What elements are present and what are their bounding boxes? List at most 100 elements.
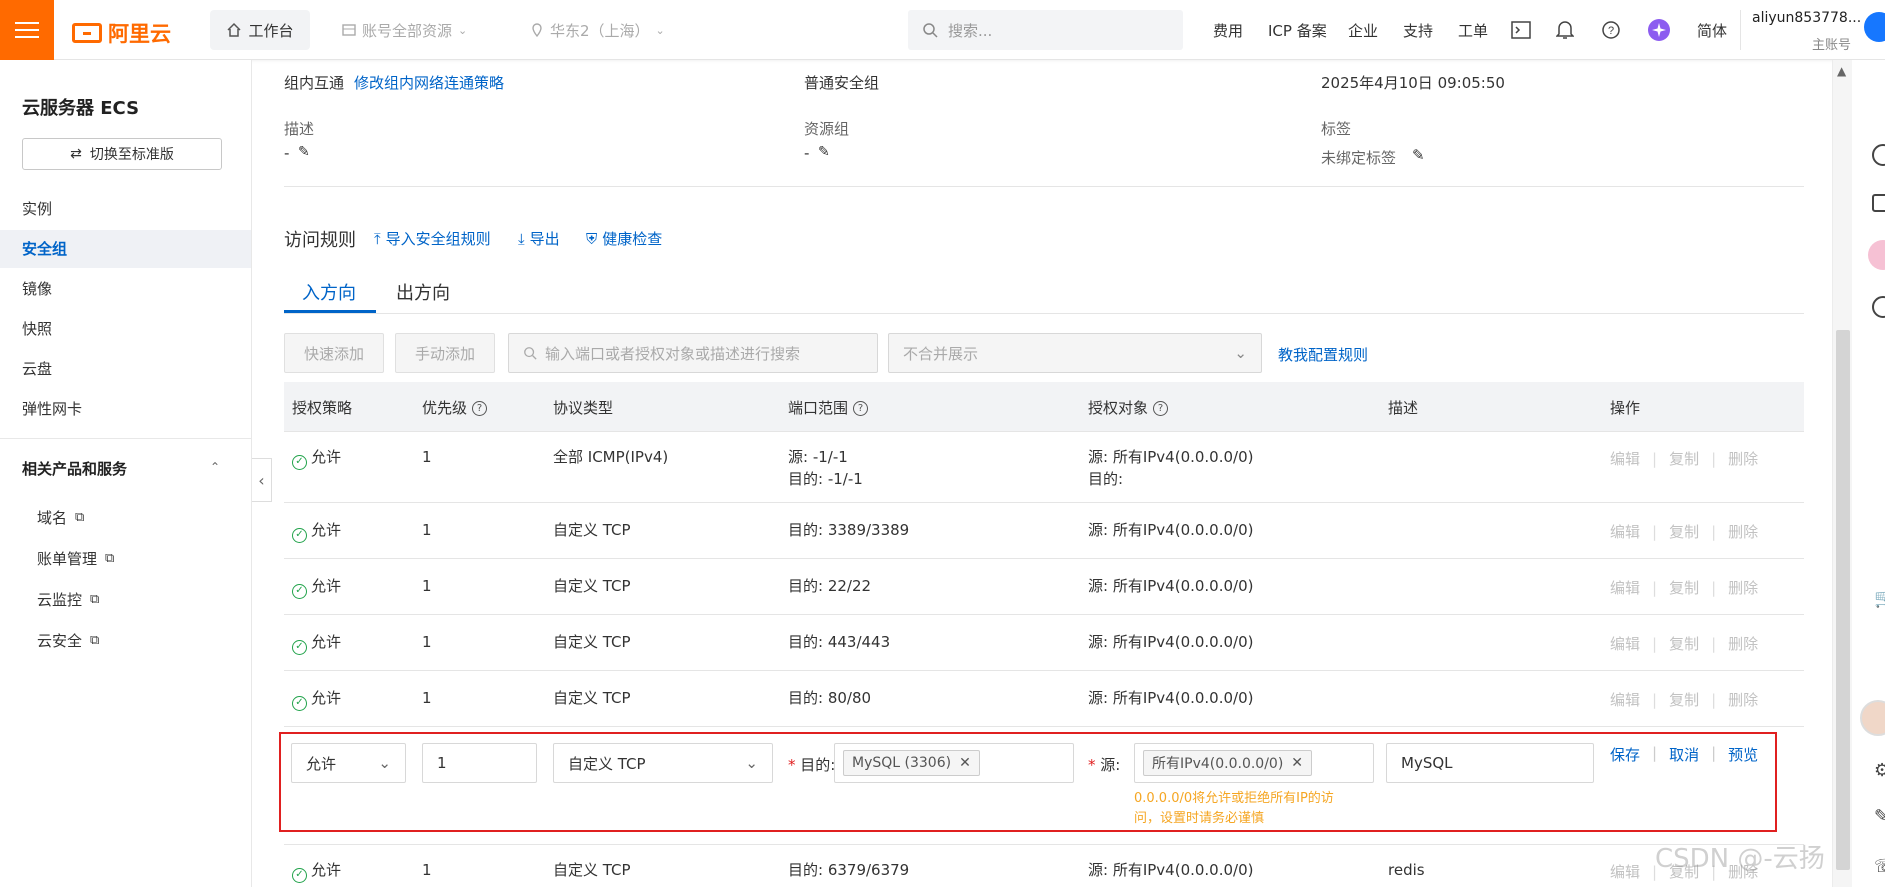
resource-selector[interactable]: 账号全部资源 ⌄ bbox=[342, 0, 467, 60]
delete-button[interactable]: 删除 bbox=[1728, 635, 1758, 653]
related-services-title[interactable]: 相关产品和服务 bbox=[22, 458, 127, 479]
column-header-label: 端口范围 bbox=[788, 399, 849, 417]
priority-input[interactable]: 1 bbox=[422, 743, 537, 783]
quick-add-button[interactable]: 快速添加 bbox=[284, 333, 384, 373]
nav-link-ticket[interactable]: 工单 bbox=[1458, 0, 1488, 60]
nav-link-fees[interactable]: 费用 bbox=[1213, 0, 1243, 60]
import-rules-link[interactable]: ⤒ 导入安全组规则 bbox=[374, 228, 491, 249]
help-icon[interactable] bbox=[1872, 296, 1885, 318]
copy-button[interactable]: 复制 bbox=[1669, 450, 1699, 468]
aliyun-logo[interactable]: 阿里云 bbox=[72, 18, 171, 48]
delete-button[interactable]: 删除 bbox=[1728, 450, 1758, 468]
policy-cell: ✓ 允许 bbox=[292, 859, 341, 883]
hamburger-menu-icon[interactable] bbox=[0, 0, 54, 60]
sidebar-item-images[interactable]: 镜像 bbox=[0, 270, 251, 308]
preview-button[interactable]: 预览 bbox=[1728, 744, 1758, 765]
description-input[interactable]: MySQL bbox=[1386, 743, 1594, 783]
manual-add-button[interactable]: 手动添加 bbox=[395, 333, 495, 373]
merge-display-select[interactable]: 不合并展示 ⌄ bbox=[888, 333, 1262, 373]
scroll-up-arrow[interactable]: ▲ bbox=[1837, 64, 1846, 78]
aliyun-logo-icon bbox=[72, 23, 102, 43]
copy-button[interactable]: 复制 bbox=[1669, 635, 1699, 653]
policy-value: 允许 bbox=[311, 521, 342, 539]
edit-button[interactable]: 编辑 bbox=[1610, 523, 1640, 541]
copy-button[interactable]: 复制 bbox=[1669, 579, 1699, 597]
account-name[interactable]: aliyun853778... bbox=[1752, 10, 1861, 26]
help-icon[interactable]: ? bbox=[853, 401, 869, 416]
search-icon[interactable] bbox=[1872, 144, 1885, 166]
edit-button[interactable]: 编辑 bbox=[1610, 579, 1640, 597]
save-button[interactable]: 保存 bbox=[1610, 744, 1640, 765]
close-icon[interactable]: ✕ bbox=[1291, 755, 1303, 771]
feedback-icon[interactable] bbox=[1868, 240, 1885, 270]
switch-standard-button[interactable]: ⇄ 切换至标准版 bbox=[22, 138, 222, 170]
edit-pencil-icon[interactable]: ✎ bbox=[818, 144, 830, 160]
sidebar-item-disks[interactable]: 云盘 bbox=[0, 350, 251, 388]
document-icon[interactable] bbox=[1872, 194, 1885, 212]
sidebar-item-security-groups[interactable]: 安全组 bbox=[0, 230, 251, 268]
port-range-input[interactable]: MySQL (3306) ✕ bbox=[834, 743, 1074, 783]
chevron-down-icon: ⌄ bbox=[745, 754, 758, 772]
delete-button[interactable]: 删除 bbox=[1728, 579, 1758, 597]
avatar[interactable] bbox=[1864, 12, 1885, 42]
nav-link-support[interactable]: 支持 bbox=[1403, 0, 1433, 60]
ai-assistant-icon[interactable] bbox=[1647, 18, 1671, 42]
intranet-label: 组内互通 bbox=[284, 74, 345, 92]
vertical-scrollbar[interactable]: ▲ bbox=[1832, 60, 1852, 887]
table-row: ✓ 允许 1 全部 ICMP(IPv4) 源: -1/-1 目的: -1/-1 源… bbox=[284, 432, 1804, 503]
auth-target-input[interactable]: 所有IPv4(0.0.0.0/0) ✕ bbox=[1134, 743, 1374, 783]
target-field-label: * 源: bbox=[1088, 754, 1120, 775]
sidebar-item-instances[interactable]: 实例 bbox=[0, 190, 251, 228]
delete-button[interactable]: 删除 bbox=[1728, 523, 1758, 541]
related-item-billing[interactable]: 账单管理 ⧉ bbox=[37, 548, 114, 569]
tab-inbound[interactable]: 入方向 bbox=[302, 279, 356, 305]
assistant-avatar[interactable] bbox=[1860, 700, 1885, 736]
edit-pencil-icon[interactable]: ✎ bbox=[1874, 806, 1885, 827]
copy-button[interactable]: 复制 bbox=[1669, 523, 1699, 541]
sidebar-item-snapshots[interactable]: 快照 bbox=[0, 310, 251, 348]
sidebar-item-eni[interactable]: 弹性网卡 bbox=[0, 390, 251, 428]
policy-select[interactable]: 允许 ⌄ bbox=[291, 743, 406, 783]
help-icon[interactable]: ? bbox=[1153, 401, 1169, 416]
copy-button[interactable]: 复制 bbox=[1669, 691, 1699, 709]
export-link[interactable]: ⤓ 导出 bbox=[518, 228, 560, 249]
terminal-icon[interactable] bbox=[1509, 18, 1533, 42]
modify-intranet-policy-link[interactable]: 修改组内网络连通策略 bbox=[354, 72, 504, 93]
group-type-value: 普通安全组 bbox=[804, 74, 880, 92]
protocol-select[interactable]: 自定义 TCP ⌄ bbox=[553, 743, 773, 783]
rule-search-input[interactable]: 输入端口或者授权对象或描述进行搜索 bbox=[508, 333, 878, 373]
nav-link-enterprise[interactable]: 企业 bbox=[1348, 0, 1378, 60]
sidebar-title: 云服务器 ECS bbox=[22, 98, 140, 119]
health-check-link[interactable]: ⛨ 健康检查 bbox=[586, 228, 662, 249]
chevron-up-icon[interactable]: ⌃ bbox=[210, 460, 220, 474]
edit-pencil-icon[interactable]: ✎ bbox=[1412, 146, 1425, 164]
related-item-domain[interactable]: 域名 ⧉ bbox=[37, 507, 84, 528]
help-icon[interactable]: ? bbox=[1599, 18, 1623, 42]
cart-icon[interactable]: 🛒 bbox=[1874, 588, 1885, 609]
bell-icon[interactable] bbox=[1553, 18, 1577, 42]
close-icon[interactable]: ✕ bbox=[959, 755, 971, 771]
policy-cell: ✓ 允许 bbox=[292, 446, 341, 470]
edit-pencil-icon[interactable]: ✎ bbox=[298, 144, 310, 160]
tutorial-link[interactable]: 教我配置规则 bbox=[1278, 344, 1368, 365]
gear-icon[interactable]: ⚙ bbox=[1874, 760, 1885, 781]
region-selector[interactable]: 华东2（上海） ⌄ bbox=[530, 0, 665, 60]
priority-cell: 1 bbox=[422, 633, 432, 651]
edit-button[interactable]: 编辑 bbox=[1610, 691, 1640, 709]
edit-button[interactable]: 编辑 bbox=[1610, 863, 1640, 881]
headset-icon[interactable]: ☏ bbox=[1874, 856, 1885, 877]
scrollbar-thumb[interactable] bbox=[1836, 330, 1850, 870]
external-link-icon: ⧉ bbox=[90, 633, 100, 648]
tab-outbound[interactable]: 出方向 bbox=[396, 279, 450, 305]
global-search-input[interactable]: 搜索... bbox=[908, 10, 1183, 50]
workbench-button[interactable]: 工作台 bbox=[210, 10, 310, 50]
language-switch[interactable]: 简体 bbox=[1697, 0, 1727, 60]
nav-link-icp[interactable]: ICP 备案 bbox=[1268, 0, 1327, 60]
help-icon[interactable]: ? bbox=[472, 401, 488, 416]
cancel-button[interactable]: 取消 bbox=[1669, 744, 1699, 765]
edit-button[interactable]: 编辑 bbox=[1610, 635, 1640, 653]
related-item-security[interactable]: 云安全 ⧉ bbox=[37, 630, 99, 651]
delete-button[interactable]: 删除 bbox=[1728, 691, 1758, 709]
related-item-monitor[interactable]: 云监控 ⧉ bbox=[37, 589, 99, 610]
edit-button[interactable]: 编辑 bbox=[1610, 450, 1640, 468]
